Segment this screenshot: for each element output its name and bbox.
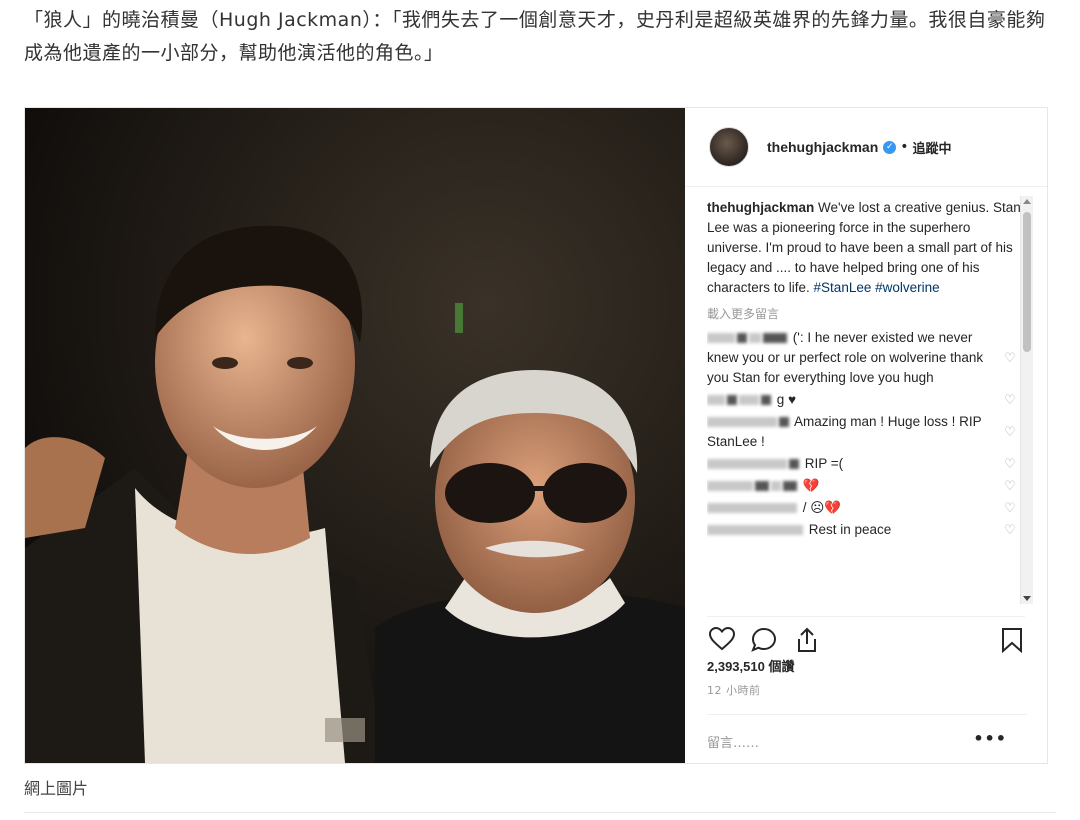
comment-row: / ☹💔 ♡ — [707, 498, 1027, 518]
comment-row: 💔 ♡ — [707, 476, 1027, 496]
comment-text: g ♥ — [776, 392, 797, 407]
avatar[interactable] — [709, 127, 749, 167]
instagram-post-embed: thehughjackman ✓ • 追蹤中 thehughjackman We… — [24, 107, 1048, 764]
like-comment-icon[interactable]: ♡ — [1003, 457, 1017, 471]
post-header: thehughjackman ✓ • 追蹤中 — [685, 108, 1047, 187]
more-options-icon[interactable]: ••• — [973, 729, 1007, 748]
blurred-username — [783, 481, 797, 492]
blurred-username — [755, 481, 769, 492]
like-comment-icon[interactable]: ♡ — [1003, 351, 1017, 365]
add-comment-bar: 留言…… ••• — [707, 714, 1027, 763]
post-timestamp[interactable]: 12 小時前 — [707, 682, 761, 698]
comment-bubble-icon[interactable] — [751, 627, 777, 653]
comment-row: (': I he never existed we never knew you… — [707, 328, 1027, 388]
like-comment-icon[interactable]: ♡ — [1003, 479, 1017, 493]
comment-row: g ♥ ♡ — [707, 390, 1027, 410]
like-count[interactable]: 2,393,510 個讚 — [707, 656, 794, 675]
comment-row: RIP =( ♡ — [707, 454, 1027, 474]
blurred-username — [763, 333, 787, 344]
load-more-comments[interactable]: 載入更多留言 — [707, 304, 1027, 324]
scroll-down-arrow-icon[interactable] — [1023, 596, 1031, 601]
comment-text: / ☹💔 — [802, 500, 842, 515]
blurred-username — [761, 395, 771, 406]
quote-paragraph: 「狼人」的曉治積曼（Hugh Jackman）：「我們失去了一個創意天才，史丹利… — [24, 9, 1046, 64]
blurred-username — [707, 481, 753, 492]
post-sidebar: thehughjackman ✓ • 追蹤中 thehughjackman We… — [685, 108, 1047, 763]
blurred-username — [707, 395, 725, 406]
comment-text: 💔 — [802, 478, 820, 493]
blurred-username — [789, 459, 799, 470]
comments-scrollbar[interactable] — [1020, 196, 1033, 604]
comment-row: Amazing man ! Huge loss ! RIP StanLee ! … — [707, 412, 1027, 452]
blurred-username — [707, 417, 777, 428]
heart-outline-icon[interactable] — [709, 627, 735, 651]
blurred-username — [737, 333, 747, 344]
comment-text: RIP =( — [804, 456, 844, 471]
blurred-username — [749, 333, 761, 344]
separator: • — [900, 139, 909, 155]
post-caption: thehughjackman We've lost a creative gen… — [707, 198, 1027, 298]
post-photo — [25, 108, 685, 763]
username-link[interactable]: thehughjackman — [767, 139, 878, 155]
like-comment-icon[interactable]: ♡ — [1003, 425, 1017, 439]
blurred-username — [779, 417, 789, 428]
blurred-username — [707, 333, 735, 344]
divider — [24, 812, 1056, 813]
blurred-username — [707, 503, 797, 514]
comments-list: thehughjackman We've lost a creative gen… — [707, 198, 1027, 602]
comment-row: Rest in peace ♡ — [707, 520, 1027, 540]
like-comment-icon[interactable]: ♡ — [1003, 501, 1017, 515]
scrollbar-thumb[interactable] — [1023, 212, 1031, 352]
caption-hashtags[interactable]: #StanLee #wolverine — [814, 280, 940, 295]
blurred-username — [771, 481, 781, 492]
comment-input[interactable]: 留言…… — [707, 732, 759, 751]
blurred-username — [739, 395, 759, 406]
share-upload-icon[interactable] — [795, 627, 819, 653]
bookmark-icon[interactable] — [1001, 627, 1023, 653]
verified-badge-icon: ✓ — [883, 140, 897, 154]
post-actions — [707, 616, 1025, 657]
blurred-username — [707, 525, 803, 536]
like-comment-icon[interactable]: ♡ — [1003, 523, 1017, 537]
scroll-up-arrow-icon[interactable] — [1023, 199, 1031, 204]
blurred-username — [707, 459, 787, 470]
like-comment-icon[interactable]: ♡ — [1003, 393, 1017, 407]
image-caption: 網上圖片 — [24, 779, 89, 798]
comment-text: Rest in peace — [808, 522, 892, 537]
caption-username[interactable]: thehughjackman — [707, 200, 814, 215]
blurred-username — [727, 395, 737, 406]
following-button[interactable]: 追蹤中 — [913, 138, 952, 157]
